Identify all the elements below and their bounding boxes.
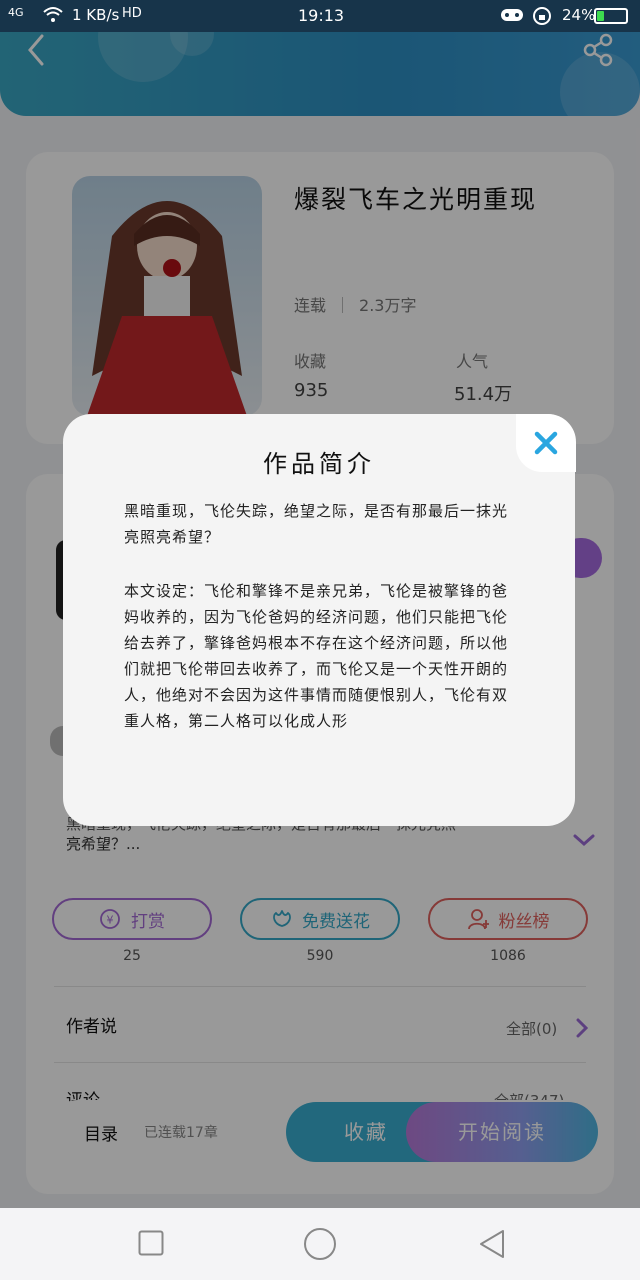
hd-badge: HD xyxy=(122,6,142,21)
synopsis-paragraph-1: 黑暗重现，飞伦失踪，绝望之际，是否有那最后一抹光亮照亮希望？ xyxy=(124,502,509,546)
triangle-back-icon xyxy=(480,1230,504,1258)
circle-icon xyxy=(304,1228,336,1260)
home-button[interactable] xyxy=(303,1227,337,1261)
square-icon xyxy=(138,1230,164,1256)
network-indicator: 4G xyxy=(8,6,24,19)
battery-percent: 24% xyxy=(562,6,596,24)
battery-icon xyxy=(594,8,628,24)
network-speed: 1 KB/s xyxy=(72,6,120,24)
modal-title: 作品简介 xyxy=(263,450,375,478)
synopsis-paragraph-2: 本文设定：飞伦和擎锋不是亲兄弟，飞伦是被擎锋的爸妈收养的，因为飞伦爸妈的经济问题… xyxy=(124,582,509,730)
system-back-button[interactable] xyxy=(478,1228,506,1260)
clock: 19:13 xyxy=(298,6,345,25)
status-bar: 4G 1 KB/s HD 19:13 24% xyxy=(0,0,640,32)
rotation-lock-icon xyxy=(532,6,552,30)
recent-apps-button[interactable] xyxy=(138,1230,164,1256)
gamepad-icon xyxy=(500,6,524,28)
wifi-icon xyxy=(42,6,64,28)
